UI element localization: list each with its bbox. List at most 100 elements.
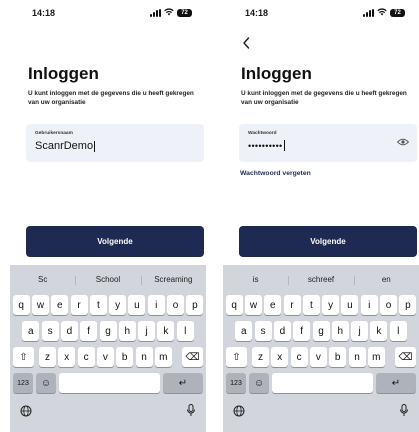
key-o[interactable]: o (380, 295, 398, 315)
page-subtitle: U kunt inloggen met de gegevens die u he… (28, 90, 194, 106)
mic-icon[interactable] (399, 404, 409, 417)
key-y[interactable]: y (109, 295, 127, 315)
key-t[interactable]: t (302, 295, 320, 315)
key-row-4: 123 ☺ ↵ (223, 373, 419, 393)
key-n[interactable]: n (135, 347, 153, 367)
key-a[interactable]: a (235, 321, 253, 341)
key-w[interactable]: w (31, 295, 49, 315)
key-z[interactable]: z (252, 347, 269, 367)
key-m[interactable]: m (367, 347, 385, 367)
password-field[interactable]: Wachtwoord •••••••••• (239, 124, 417, 162)
key-o[interactable]: o (167, 295, 185, 315)
delete-key[interactable]: ⌫ (182, 347, 203, 367)
key-p[interactable]: p (186, 295, 204, 315)
key-d[interactable]: d (60, 321, 78, 341)
eye-icon[interactable] (397, 138, 409, 146)
key-t[interactable]: t (89, 295, 107, 315)
key-l[interactable]: l (389, 321, 407, 341)
key-c[interactable]: c (77, 347, 95, 367)
key-d[interactable]: d (273, 321, 291, 341)
key-m[interactable]: m (154, 347, 172, 367)
key-h[interactable]: h (331, 321, 349, 341)
numbers-key[interactable]: 123 (13, 373, 33, 393)
key-s[interactable]: s (41, 321, 59, 341)
shift-key[interactable]: ⇧ (226, 347, 247, 367)
page-title: Inloggen (28, 64, 99, 83)
key-j[interactable]: j (138, 321, 156, 341)
key-y[interactable]: y (322, 295, 340, 315)
suggestion-item[interactable]: School (75, 275, 140, 285)
key-g[interactable]: g (99, 321, 117, 341)
status-icons: 72 (363, 8, 405, 17)
suggestion-item[interactable]: en (353, 275, 419, 285)
username-field[interactable]: Gebruikersnaam ScanrDemo (26, 124, 204, 162)
key-w[interactable]: w (244, 295, 262, 315)
password-input[interactable]: •••••••••• (248, 140, 285, 151)
key-b[interactable]: b (329, 347, 347, 367)
key-q[interactable]: q (225, 295, 243, 315)
key-k[interactable]: k (370, 321, 388, 341)
mic-icon[interactable] (186, 404, 196, 417)
forgot-password-link[interactable]: Wachtwoord vergeten (240, 170, 311, 177)
space-key[interactable] (272, 373, 373, 393)
username-input[interactable]: ScanrDemo (35, 140, 96, 152)
key-n[interactable]: n (348, 347, 366, 367)
suggestion-bar: Sc School Screaming (10, 265, 206, 293)
key-i[interactable]: i (360, 295, 378, 315)
key-z[interactable]: z (39, 347, 56, 367)
page-title: Inloggen (241, 64, 312, 83)
key-l[interactable]: l (176, 321, 194, 341)
key-r[interactable]: r (70, 295, 88, 315)
key-s[interactable]: s (254, 321, 272, 341)
emoji-icon[interactable]: ☺ (36, 373, 56, 393)
status-time: 14:18 (245, 8, 269, 18)
key-row-3: ⇧ z x c v b n m ⌫ (223, 347, 419, 367)
key-x[interactable]: x (58, 347, 76, 367)
text-caret (283, 140, 285, 151)
key-q[interactable]: q (12, 295, 30, 315)
key-e[interactable]: e (264, 295, 282, 315)
key-row-4: 123 ☺ ↵ (10, 373, 206, 393)
key-u[interactable]: u (341, 295, 359, 315)
suggestion-item[interactable]: is (223, 275, 288, 284)
key-p[interactable]: p (399, 295, 417, 315)
suggestion-item[interactable]: schreef (288, 275, 353, 285)
key-i[interactable]: i (147, 295, 165, 315)
delete-key[interactable]: ⌫ (395, 347, 416, 367)
key-v[interactable]: v (309, 347, 327, 367)
status-bar: 14:18 72 (223, 8, 419, 22)
suggestion-bar: is schreef en (223, 265, 419, 293)
key-h[interactable]: h (118, 321, 136, 341)
page-subtitle: U kunt inloggen met de gegevens die u he… (241, 90, 407, 106)
space-key[interactable] (59, 373, 160, 393)
globe-icon[interactable] (233, 405, 245, 417)
next-button[interactable]: Volgende (239, 226, 417, 257)
key-u[interactable]: u (128, 295, 146, 315)
return-icon[interactable]: ↵ (376, 373, 416, 393)
key-f[interactable]: f (293, 321, 311, 341)
key-r[interactable]: r (283, 295, 301, 315)
battery-icon: 72 (177, 8, 192, 17)
key-c[interactable]: c (290, 347, 308, 367)
shift-key[interactable]: ⇧ (13, 347, 34, 367)
emoji-icon[interactable]: ☺ (249, 373, 269, 393)
status-bar: 14:18 72 (10, 8, 206, 22)
suggestion-item[interactable]: Screaming (140, 275, 206, 285)
next-button[interactable]: Volgende (26, 226, 204, 257)
key-v[interactable]: v (96, 347, 114, 367)
key-g[interactable]: g (312, 321, 330, 341)
wifi-icon (377, 8, 387, 17)
key-j[interactable]: j (351, 321, 369, 341)
return-icon[interactable]: ↵ (163, 373, 203, 393)
key-b[interactable]: b (116, 347, 134, 367)
text-caret (94, 140, 96, 152)
numbers-key[interactable]: 123 (226, 373, 246, 393)
globe-icon[interactable] (20, 405, 32, 417)
chevron-left-icon[interactable] (241, 36, 251, 50)
key-f[interactable]: f (80, 321, 98, 341)
suggestion-item[interactable]: Sc (10, 275, 75, 284)
key-a[interactable]: a (22, 321, 40, 341)
key-k[interactable]: k (157, 321, 175, 341)
key-x[interactable]: x (271, 347, 289, 367)
key-e[interactable]: e (51, 295, 69, 315)
